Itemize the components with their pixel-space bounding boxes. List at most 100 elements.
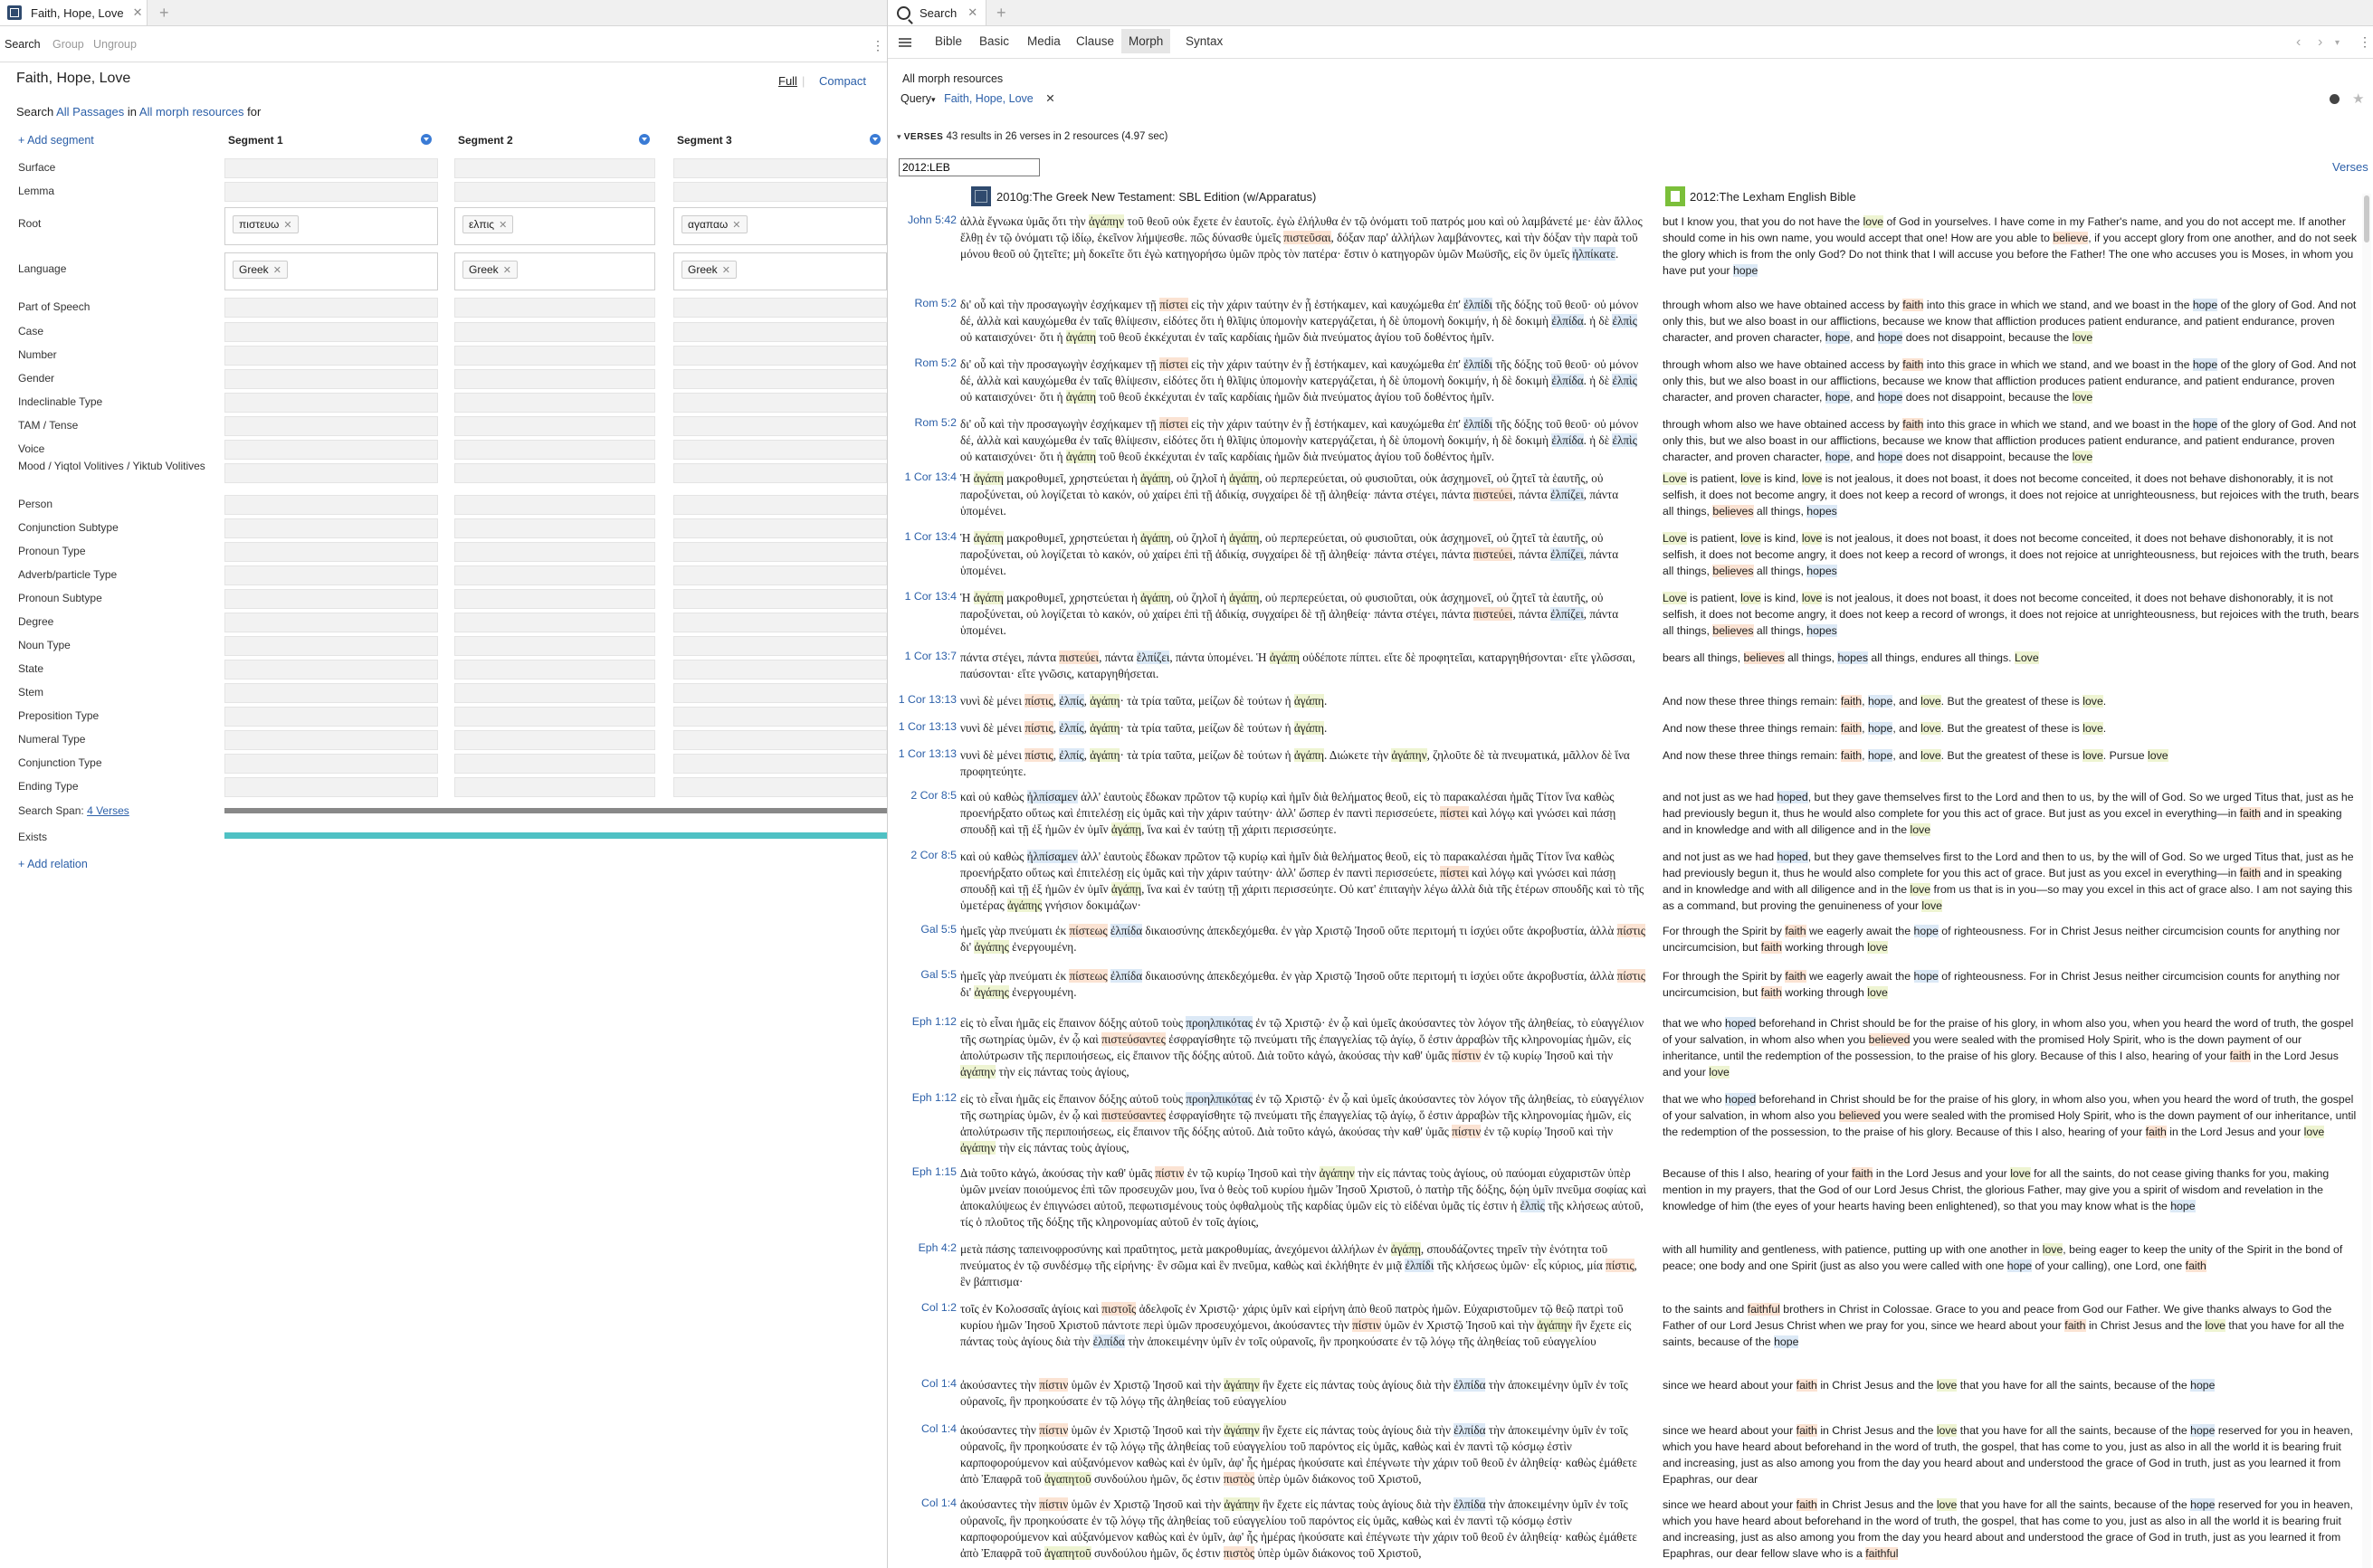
view-compact-toggle[interactable]: Compact	[819, 74, 866, 88]
segment-3-cell[interactable]	[673, 416, 887, 436]
segment-1-cell[interactable]	[224, 542, 438, 562]
verse-reference-link[interactable]: 1 Cor 13:4	[888, 590, 957, 603]
segment-1-cell[interactable]	[224, 777, 438, 797]
more-options-icon[interactable]: ⋮	[872, 38, 884, 53]
segment-3-options-icon[interactable]	[870, 134, 881, 145]
remove-chip-icon[interactable]: ✕	[732, 220, 740, 231]
remove-chip-icon[interactable]: ✕	[503, 265, 511, 276]
passages-link[interactable]: All Passages	[56, 105, 124, 119]
star-icon[interactable]: ★	[2352, 90, 2364, 107]
tab-media[interactable]: Media	[1027, 34, 1061, 48]
segment-3-cell[interactable]	[673, 518, 887, 538]
segment-2-cell[interactable]	[454, 182, 655, 202]
verse-reference-link[interactable]: 1 Cor 13:7	[888, 650, 957, 662]
add-segment-button[interactable]: + Add segment	[18, 134, 94, 147]
segment-1-cell[interactable]	[224, 182, 438, 202]
segment-3-cell[interactable]	[673, 463, 887, 483]
resources-scope[interactable]: All morph resources	[902, 72, 1003, 85]
verse-reference-link[interactable]: Rom 5:2	[888, 416, 957, 429]
add-relation-button[interactable]: + Add relation	[18, 858, 88, 870]
resource-1-title[interactable]: 2010g:The Greek New Testament: SBL Editi…	[996, 190, 1316, 204]
forward-arrow-icon[interactable]: ›	[2318, 34, 2322, 51]
tab-clause[interactable]: Clause	[1076, 34, 1114, 48]
segment-2-cell[interactable]: ελπις ✕	[454, 207, 655, 245]
segment-1-cell[interactable]	[224, 346, 438, 366]
segment-2-cell[interactable]	[454, 565, 655, 585]
segment-3-cell[interactable]	[673, 346, 887, 366]
language-chip[interactable]: Greek ✕	[462, 261, 518, 279]
segment-2-cell[interactable]	[454, 440, 655, 460]
results-scrollbar[interactable]	[2362, 194, 2371, 1568]
segment-3-cell[interactable]	[673, 683, 887, 703]
verse-reference-link[interactable]: 1 Cor 13:13	[888, 693, 957, 706]
segment-1-cell[interactable]: Greek ✕	[224, 252, 438, 290]
verse-reference-link[interactable]: Gal 5:5	[888, 968, 957, 981]
verse-reference-link[interactable]: 1 Cor 13:4	[888, 470, 957, 483]
segment-2-cell[interactable]	[454, 683, 655, 703]
segment-1-cell[interactable]	[224, 613, 438, 632]
remove-chip-icon[interactable]: ✕	[273, 265, 281, 276]
segment-1-cell[interactable]	[224, 416, 438, 436]
segment-2-cell[interactable]	[454, 754, 655, 774]
segment-1-cell[interactable]	[224, 754, 438, 774]
segment-1-options-icon[interactable]	[421, 134, 432, 145]
segment-2-cell[interactable]	[454, 542, 655, 562]
segment-2-cell[interactable]	[454, 393, 655, 413]
remove-chip-icon[interactable]: ✕	[283, 220, 291, 231]
verses-view-button[interactable]: Verses	[2332, 160, 2368, 174]
segment-1-cell[interactable]	[224, 495, 438, 515]
segment-2-cell[interactable]	[454, 298, 655, 318]
exists-bar[interactable]	[224, 832, 887, 839]
language-chip[interactable]: Greek ✕	[681, 261, 737, 279]
minus-icon[interactable]	[2330, 94, 2340, 104]
segment-1-cell[interactable]	[224, 730, 438, 750]
segment-3-cell[interactable]	[673, 730, 887, 750]
collapse-icon[interactable]: ▾	[897, 132, 901, 141]
segment-3-cell[interactable]	[673, 369, 887, 389]
segment-3-cell[interactable]	[673, 322, 887, 342]
segment-1-cell[interactable]	[224, 322, 438, 342]
root-chip[interactable]: αγαπαω ✕	[681, 215, 748, 233]
segment-3-cell[interactable]	[673, 393, 887, 413]
segment-1-cell[interactable]	[224, 393, 438, 413]
menu-icon[interactable]	[899, 38, 911, 47]
segment-1-cell[interactable]	[224, 707, 438, 727]
segment-2-cell[interactable]	[454, 369, 655, 389]
segment-2-cell[interactable]	[454, 416, 655, 436]
verse-reference-link[interactable]: 2 Cor 8:5	[888, 849, 957, 861]
segment-1-cell[interactable]	[224, 463, 438, 483]
resource-2-title[interactable]: 2012:The Lexham English Bible	[1690, 190, 1856, 204]
segment-3-cell[interactable]: Greek ✕	[673, 252, 887, 290]
verse-reference-link[interactable]: 1 Cor 13:13	[888, 720, 957, 733]
segment-3-cell[interactable]: αγαπαω ✕	[673, 207, 887, 245]
language-chip[interactable]: Greek ✕	[233, 261, 288, 279]
segment-2-cell[interactable]	[454, 636, 655, 656]
tab-basic[interactable]: Basic	[979, 34, 1009, 48]
root-chip[interactable]: ελπις ✕	[462, 215, 514, 233]
verse-reference-link[interactable]: John 5:42	[888, 214, 957, 226]
segment-2-cell[interactable]	[454, 518, 655, 538]
verse-reference-link[interactable]: Col 1:4	[888, 1377, 957, 1390]
resources-link[interactable]: All morph resources	[139, 105, 244, 119]
segment-1-cell[interactable]	[224, 440, 438, 460]
clear-query-icon[interactable]: ✕	[1045, 92, 1054, 105]
segment-1-cell[interactable]	[224, 660, 438, 679]
close-icon[interactable]: ✕	[133, 5, 143, 20]
verse-reference-link[interactable]: 2 Cor 8:5	[888, 789, 957, 802]
segment-1-cell[interactable]	[224, 636, 438, 656]
verse-reference-link[interactable]: Gal 5:5	[888, 923, 957, 936]
root-chip[interactable]: πιστευω ✕	[233, 215, 299, 233]
tab-morph[interactable]: Morph	[1121, 29, 1171, 53]
segment-3-cell[interactable]	[673, 754, 887, 774]
segment-3-cell[interactable]	[673, 440, 887, 460]
segment-1-cell[interactable]	[224, 683, 438, 703]
segment-2-cell[interactable]	[454, 158, 655, 178]
segment-2-cell[interactable]: Greek ✕	[454, 252, 655, 290]
ungroup-button[interactable]: Ungroup	[93, 38, 137, 51]
verse-reference-link[interactable]: Eph 4:2	[888, 1241, 957, 1254]
verse-reference-link[interactable]: 1 Cor 13:13	[888, 747, 957, 760]
back-arrow-icon[interactable]: ‹	[2296, 34, 2301, 51]
segment-2-cell[interactable]	[454, 322, 655, 342]
segment-3-cell[interactable]	[673, 495, 887, 515]
group-button[interactable]: Group	[52, 38, 84, 51]
